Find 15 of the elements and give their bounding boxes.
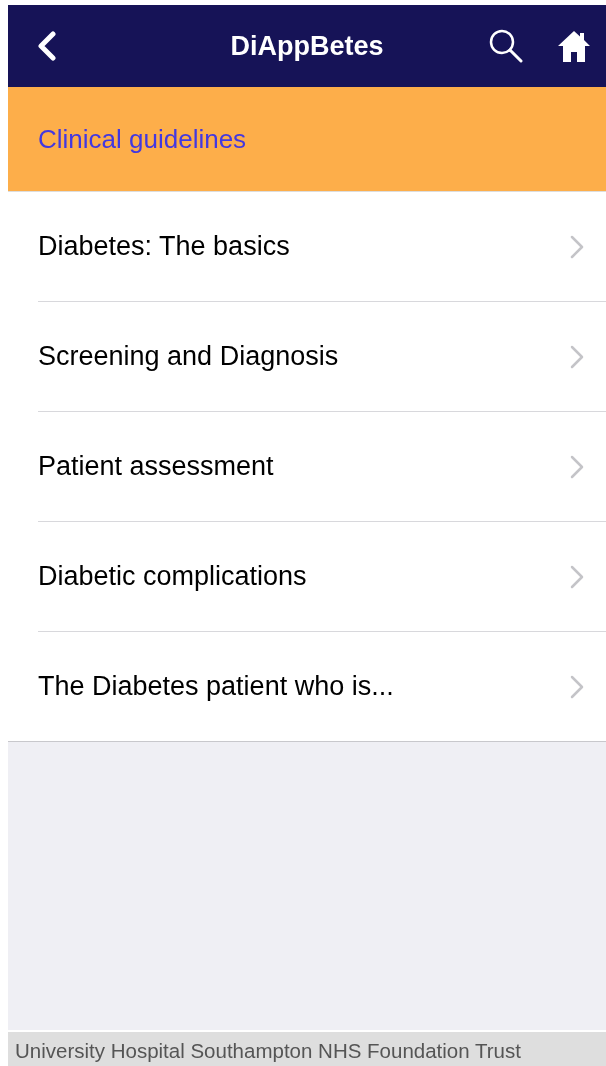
chevron-right-icon xyxy=(570,454,584,479)
section-title: Clinical guidelines xyxy=(38,123,247,155)
back-button[interactable] xyxy=(36,31,58,61)
search-button[interactable] xyxy=(488,28,524,64)
app-title: DiAppBetes xyxy=(230,30,384,61)
menu-item[interactable]: The Diabetes patient who is... xyxy=(38,632,606,741)
footer-text: University Hospital Southampton NHS Foundation Trust xyxy=(15,1038,521,1064)
chevron-right-icon xyxy=(570,234,584,259)
chevron-right-icon xyxy=(570,344,584,369)
chevron-right-icon xyxy=(570,674,584,699)
home-icon xyxy=(556,29,592,63)
home-button[interactable] xyxy=(556,29,592,63)
chevron-right-icon xyxy=(570,564,584,589)
search-icon xyxy=(488,28,524,64)
chevron-left-icon xyxy=(36,31,58,61)
